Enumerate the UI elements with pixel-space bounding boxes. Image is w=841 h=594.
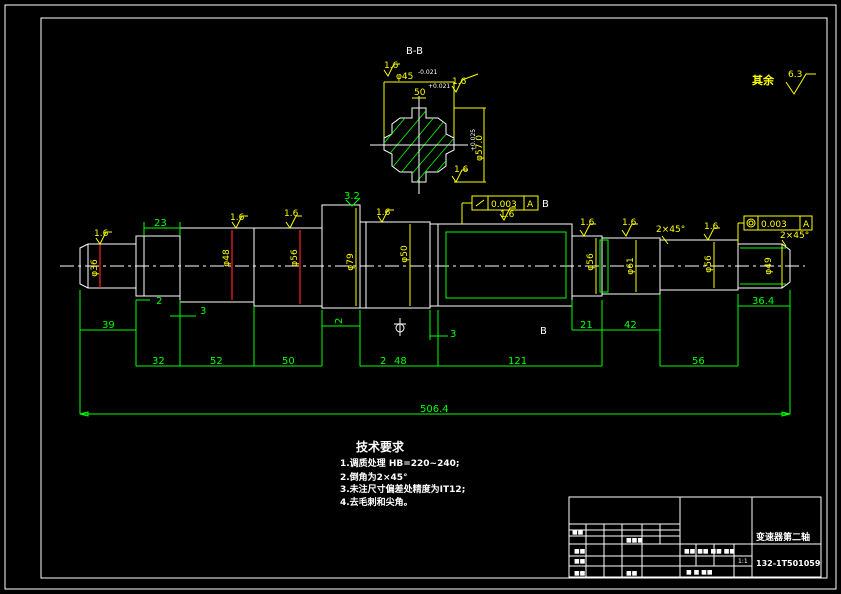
svg-text:3: 3 xyxy=(200,306,206,317)
svg-text:A: A xyxy=(527,200,534,210)
dia-label: φ56 xyxy=(290,249,300,267)
svg-text:2: 2 xyxy=(380,356,386,367)
svg-text:1.6: 1.6 xyxy=(704,222,719,232)
svg-text:■■ ■■ ■■ ■■: ■■ ■■ ■■ ■■ xyxy=(684,548,735,555)
svg-text:■■: ■■ xyxy=(572,529,584,536)
dia-label: φ56 xyxy=(586,253,596,271)
dim-label: 23 xyxy=(154,218,167,229)
technical-notes: 技术要求 1.调质处理 HB=220~240; 2.倒角为2×45° 3.未注尺… xyxy=(340,439,465,508)
svg-text:1.6: 1.6 xyxy=(452,77,467,87)
svg-text:■■: ■■ xyxy=(574,570,586,577)
drawing-sheet: φ36 φ48 φ56 φ79 φ50 φ56 φ61 φ56 φ49 1.6 … xyxy=(0,0,841,594)
title-block: ■■ ■■■ ■■ ■■ ■■ ■■ ■■ ■■ ■■ ■■ ■ ■ ■■ 1:… xyxy=(568,496,822,578)
svg-text:1.6: 1.6 xyxy=(580,218,595,228)
note-line: 3.未注尺寸偏差处精度为IT12; xyxy=(340,483,465,495)
svg-text:φ45: φ45 xyxy=(396,72,413,82)
svg-text:36.4: 36.4 xyxy=(752,296,774,307)
roughness-symbols: 1.6 1.6 1.6 1.6 1.6 1.6 1.6 1.6 xyxy=(94,207,720,245)
dia-label: φ48 xyxy=(222,249,232,267)
roughness-other: 其余 6.3 xyxy=(752,70,816,95)
svg-text:52: 52 xyxy=(210,356,223,367)
svg-text:+0.021: +0.021 xyxy=(428,83,450,90)
svg-text:+0.025: +0.025 xyxy=(470,129,477,151)
svg-text:121: 121 xyxy=(508,356,527,367)
svg-text:48: 48 xyxy=(394,356,407,367)
dia-label: φ36 xyxy=(90,259,100,277)
total-length: 506.4 xyxy=(420,404,449,415)
svg-text:A: A xyxy=(803,220,810,230)
svg-text:21: 21 xyxy=(580,320,593,331)
section-mark-b: B xyxy=(540,326,547,337)
note-line: 1.调质处理 HB=220~240; xyxy=(340,457,459,469)
section-label: B-B xyxy=(406,46,423,57)
svg-text:42: 42 xyxy=(624,320,637,331)
svg-text:■■■: ■■■ xyxy=(626,537,643,544)
notes-title: 技术要求 xyxy=(356,439,405,454)
svg-text:B: B xyxy=(542,199,549,210)
scale-label: 1:1 xyxy=(738,558,748,565)
svg-text:56: 56 xyxy=(692,356,705,367)
datum-symbol xyxy=(394,318,406,336)
note-line: 2.倒角为2×45° xyxy=(340,471,408,483)
svg-text:2: 2 xyxy=(334,318,345,324)
svg-text:2: 2 xyxy=(156,296,162,307)
diameter-labels: φ36 φ48 φ56 φ79 φ50 φ56 φ61 φ56 φ49 xyxy=(90,245,774,277)
svg-text:3: 3 xyxy=(450,329,456,340)
dia-label: φ50 xyxy=(400,245,410,263)
svg-text:0.003: 0.003 xyxy=(761,220,787,230)
svg-text:■ ■ ■■: ■ ■ ■■ xyxy=(686,569,713,576)
svg-text:0.003: 0.003 xyxy=(491,200,517,210)
svg-text:6.3: 6.3 xyxy=(788,70,802,80)
diameter-arrows xyxy=(99,208,783,306)
svg-text:其余: 其余 xyxy=(752,73,775,87)
top-dimensions: 23 3.2 xyxy=(143,191,361,236)
section-view: B-B φ45 -0.021 50 +0.021 φ57.0 +0.025 1.… xyxy=(370,46,486,194)
cad-drawing: φ36 φ48 φ56 φ79 φ50 φ56 φ61 φ56 φ49 1.6 … xyxy=(4,4,837,590)
shaft-outline xyxy=(79,204,791,309)
dia-label: φ56 xyxy=(704,255,714,273)
svg-text:39: 39 xyxy=(102,320,115,331)
svg-text:■■: ■■ xyxy=(574,558,586,565)
dia-label: φ49 xyxy=(764,257,774,275)
bottom-dimensions: 39 2 3 2 3 21 42 36.4 32 52 50 2 48 121 … xyxy=(79,290,791,417)
part-name: 变速器第二轴 xyxy=(756,531,810,543)
svg-text:1.6: 1.6 xyxy=(454,165,469,175)
svg-text:1.6: 1.6 xyxy=(500,210,515,220)
dia-label: φ61 xyxy=(626,257,636,274)
chamfer-label: 2×45° xyxy=(780,231,809,241)
svg-text:■■: ■■ xyxy=(626,570,638,577)
svg-text:1.6: 1.6 xyxy=(94,229,109,239)
drawing-number: 132-1T501059 xyxy=(756,559,821,568)
svg-text:■■: ■■ xyxy=(574,548,586,555)
svg-text:1.6: 1.6 xyxy=(230,213,245,223)
svg-text:1.6: 1.6 xyxy=(284,209,299,219)
svg-text:-0.021: -0.021 xyxy=(418,69,438,76)
svg-text:1.6: 1.6 xyxy=(376,208,391,218)
svg-text:50: 50 xyxy=(282,356,295,367)
svg-text:32: 32 xyxy=(152,356,165,367)
svg-text:1.6: 1.6 xyxy=(384,61,399,71)
svg-text:50: 50 xyxy=(414,88,426,98)
dia-label: φ79 xyxy=(346,253,356,271)
chamfer-label: 2×45° xyxy=(656,225,685,235)
svg-text:1.6: 1.6 xyxy=(622,218,637,228)
note-line: 4.去毛刺和尖角。 xyxy=(340,496,413,508)
